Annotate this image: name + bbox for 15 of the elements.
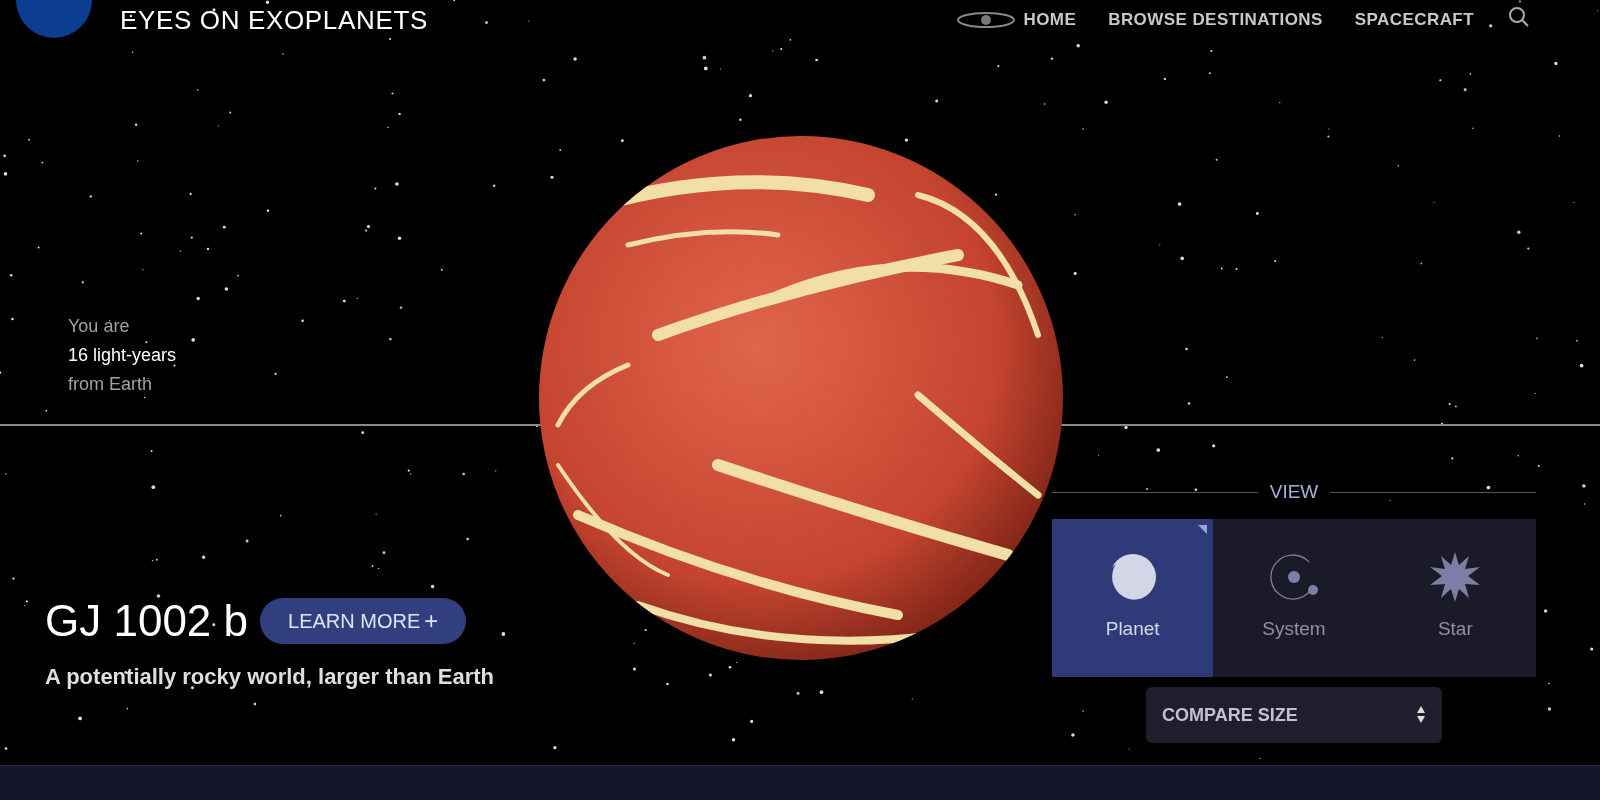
distance-label: from Earth <box>68 373 154 396</box>
nav-link[interactable]: BROWSE DESTINATIONS <box>1108 7 1323 33</box>
view-tab[interactable]: Planet <box>1052 518 1214 677</box>
site-title: EYES ON EXOPLANETS <box>120 3 428 37</box>
view-tab[interactable]: System <box>1213 518 1375 677</box>
compare-size-dropdown[interactable]: COMPARE SIZE <box>1146 687 1442 743</box>
distance-label: You are <box>68 315 131 338</box>
nav-link[interactable]: HOME <box>1023 7 1077 33</box>
distance-value: 16 light-years <box>68 344 177 367</box>
planet-tagline: A potentially rocky world, larger than Earth <box>45 663 495 691</box>
view-tab[interactable]: Star <box>1374 518 1536 677</box>
learn-more-button[interactable]: LEARN MORE + <box>260 598 467 644</box>
nav-link[interactable]: SPACECRAFT <box>1354 7 1474 33</box>
planet-name: GJ 1002 b <box>45 599 249 643</box>
view-label: VIEW <box>1269 480 1319 504</box>
